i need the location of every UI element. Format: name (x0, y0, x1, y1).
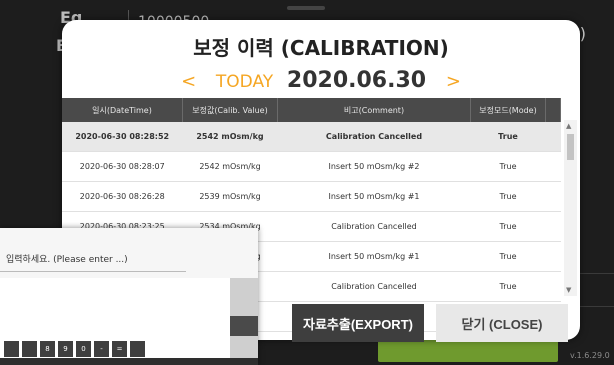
cell-datetime: 2020-06-30 08:26:28 (62, 181, 183, 212)
dialog-title: 보정 이력 (CALIBRATION) (193, 36, 449, 60)
column-header-datetime: 일시(DateTime) (62, 98, 183, 122)
scroll-gutter (545, 211, 561, 242)
cell-calib-value: 2539 mOsm/kg (182, 181, 278, 212)
keyboard-key[interactable]: 0 (76, 341, 91, 357)
keyboard-key[interactable] (130, 341, 145, 357)
scroll-gutter (545, 271, 561, 302)
column-header-mode: 보정모드(Mode) (470, 98, 546, 122)
cell-mode: True (470, 271, 546, 302)
cell-comment: Insert 50 mOsm/kg #1 (277, 181, 471, 212)
table-row[interactable]: 2020-06-30 08:26:28 2539 mOsm/kg Insert 50… (62, 181, 561, 212)
cell-comment: Calibration Cancelled (277, 271, 471, 302)
keyboard-key-row: 8 9 0- = (4, 341, 145, 357)
keyboard-backspace-key[interactable] (230, 316, 258, 336)
today-button[interactable]: TODAY (216, 72, 273, 92)
cell-comment: Insert 50 mOsm/kg #2 (277, 151, 471, 182)
cell-mode: True (470, 122, 546, 152)
scroll-up-icon[interactable]: ▲ (566, 122, 571, 130)
background-header-right: ) (579, 24, 586, 43)
table-row[interactable]: 2020-06-30 08:28:52 2542 mOsm/kg Calibrati… (62, 122, 561, 152)
scroll-gutter (545, 151, 561, 182)
scroll-thumb[interactable] (567, 134, 574, 160)
table-scrollbar[interactable]: ▲ ▼ (564, 120, 577, 296)
table-header-row: 일시(DateTime) 보정값(Calib. Value) 비고(Commen… (62, 98, 561, 122)
scroll-gutter (545, 241, 561, 272)
cell-calib-value: 2542 mOsm/kg (182, 122, 278, 152)
scroll-down-icon[interactable]: ▼ (566, 286, 571, 294)
keyboard-key[interactable] (4, 341, 19, 357)
cell-datetime: 2020-06-30 08:28:52 (62, 122, 183, 152)
keyboard-key[interactable]: 8 (40, 341, 55, 357)
keyboard-key[interactable]: 9 (58, 341, 73, 357)
scroll-gutter (545, 122, 561, 152)
scroll-gutter (545, 181, 561, 212)
column-header-comment: 비고(Comment) (277, 98, 471, 122)
table-row[interactable]: 2020-06-30 08:28:07 2542 mOsm/kg Insert 50… (62, 151, 561, 182)
keyboard-key[interactable]: = (112, 341, 127, 357)
column-header-calib-value: 보정값(Calib. Value) (182, 98, 278, 122)
scrollbar-header (545, 98, 561, 122)
cell-mode: True (470, 181, 546, 212)
export-button[interactable]: 자료추출(EXPORT) (292, 304, 424, 342)
version-label: v.1.6.29.0 (570, 351, 610, 360)
cell-datetime: 2020-06-30 08:28:07 (62, 151, 183, 182)
keyboard-input-field[interactable]: 입력하세요. (Please enter ...) (0, 248, 186, 272)
keyboard-key[interactable]: - (94, 341, 109, 357)
cell-comment: Calibration Cancelled (277, 122, 471, 152)
cell-mode: True (470, 241, 546, 272)
date-navigation: < TODAY 2020.06.30 > (62, 68, 580, 93)
top-drag-handle (287, 6, 325, 10)
previous-date-icon[interactable]: < (181, 71, 196, 92)
close-button[interactable]: 닫기 (CLOSE) (436, 304, 568, 342)
keyboard-bottom-row (0, 358, 258, 365)
on-screen-keyboard: 입력하세요. (Please enter ...) 8 9 0- = (0, 228, 258, 365)
cell-mode: True (470, 211, 546, 242)
next-date-icon[interactable]: > (446, 71, 461, 92)
keyboard-key[interactable] (22, 341, 37, 357)
cell-comment: Calibration Cancelled (277, 211, 471, 242)
cell-calib-value: 2542 mOsm/kg (182, 151, 278, 182)
cell-comment: Insert 50 mOsm/kg #1 (277, 241, 471, 272)
cell-mode: True (470, 151, 546, 182)
current-date: 2020.06.30 (286, 68, 427, 93)
